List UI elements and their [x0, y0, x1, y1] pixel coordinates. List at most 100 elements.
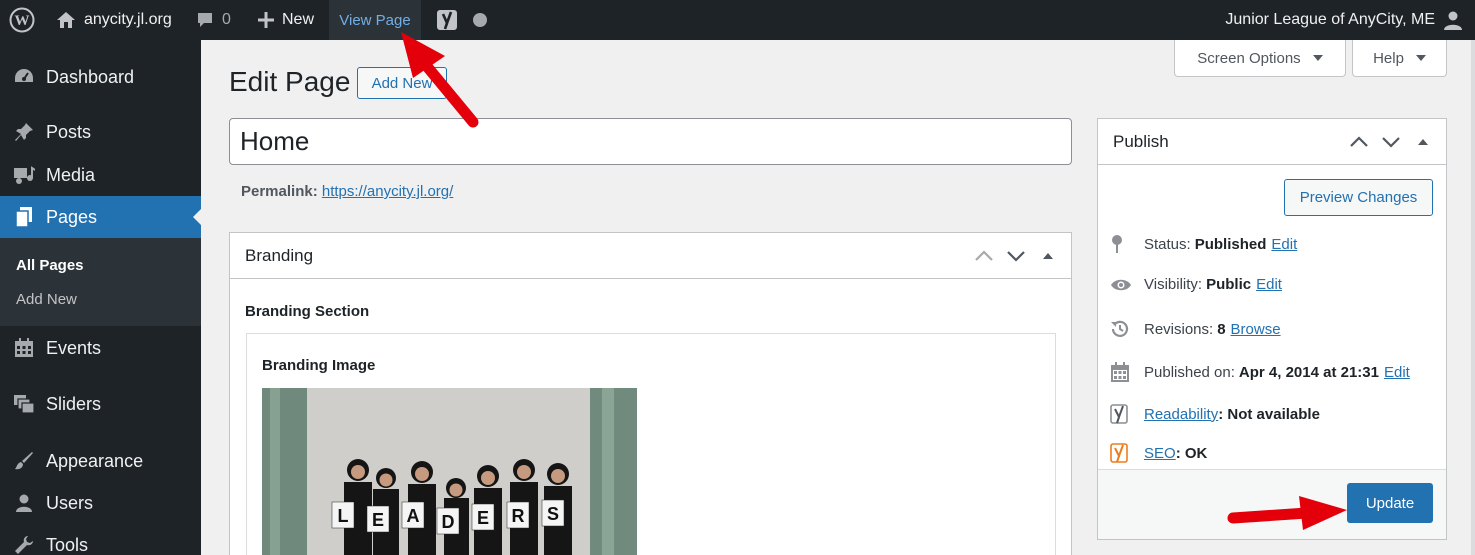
pages-icon [0, 206, 46, 228]
sidebar-item-label: Tools [46, 534, 89, 555]
site-name: anycity.jl.org [84, 11, 172, 28]
my-account-link[interactable]: Junior League of AnyCity, ME [1225, 0, 1463, 40]
readability-link[interactable]: Readability [1144, 406, 1218, 423]
preview-changes-button[interactable]: Preview Changes [1284, 179, 1433, 216]
move-down-icon[interactable] [1378, 136, 1404, 148]
new-content-link[interactable]: New [258, 0, 314, 40]
readability-value: : Not available [1218, 405, 1320, 423]
published-on-label: Published on: [1144, 363, 1235, 381]
sidebar-item-tools[interactable]: Tools [0, 524, 201, 555]
status-value: Published [1194, 235, 1267, 253]
collapse-toggle-icon[interactable] [1410, 138, 1436, 146]
metabox-controls [1346, 119, 1436, 165]
annotation-arrow-view-page [401, 32, 479, 128]
wordpress-logo-icon[interactable]: W [0, 0, 44, 40]
permalink-label: Permalink: [241, 183, 318, 200]
seo-link[interactable]: SEO [1144, 445, 1176, 462]
sidebar-item-appearance[interactable]: Appearance [0, 440, 201, 482]
revisions-row: Revisions: 8 Browse [1110, 319, 1281, 339]
site-name-link[interactable]: anycity.jl.org [56, 0, 172, 40]
sidebar-item-sliders[interactable]: Sliders [0, 383, 201, 425]
sidebar-item-label: Users [46, 492, 94, 513]
photo-letter: E [372, 510, 384, 530]
page-scrollbar[interactable] [1471, 40, 1475, 555]
screen-options-label: Screen Options [1197, 49, 1301, 67]
visibility-value: Public [1206, 276, 1252, 293]
pin-icon [0, 122, 46, 142]
publish-metabox-header: Publish [1098, 119, 1446, 165]
branding-metabox-header: Branding [230, 233, 1071, 279]
branding-image[interactable]: L E A D E R S [262, 388, 637, 555]
update-button[interactable]: Update [1347, 483, 1433, 523]
sidebar-item-pages[interactable]: Pages [0, 196, 201, 238]
submenu-all-pages[interactable]: All Pages [16, 257, 84, 274]
wrench-icon [0, 535, 46, 555]
readability-row: Readability : Not available [1110, 403, 1320, 425]
caret-down-icon [1312, 55, 1323, 61]
pin-icon [1110, 234, 1144, 254]
sidebar-item-label: Media [46, 164, 96, 185]
permalink-url-link[interactable]: https://anycity.jl.org/ [322, 183, 453, 200]
sidebar-item-label: Dashboard [46, 66, 135, 87]
sidebar-item-label: Pages [46, 206, 98, 227]
branding-section-box: Branding Image L E A D E R S [246, 333, 1056, 555]
publish-metabox: Publish Preview Changes Status: Publishe… [1097, 118, 1447, 540]
sidebar-item-events[interactable]: Events [0, 327, 201, 369]
account-name: Junior League of AnyCity, ME [1225, 11, 1435, 28]
edit-visibility-link[interactable]: Edit [1256, 276, 1282, 293]
svg-text:W: W [15, 13, 30, 29]
branding-section-label: Branding Section [245, 303, 370, 320]
seo-value: : OK [1175, 444, 1208, 462]
move-up-icon[interactable] [1346, 136, 1372, 148]
edit-date-link[interactable]: Edit [1384, 364, 1410, 381]
published-on-row: Published on: Apr 4, 2014 at 21:31 Edit [1110, 361, 1410, 383]
visibility-row: Visibility: Public Edit [1110, 276, 1282, 293]
collapse-toggle-icon[interactable] [1035, 252, 1061, 260]
edit-status-link[interactable]: Edit [1271, 236, 1297, 253]
calendar-icon [1110, 361, 1144, 383]
browse-revisions-link[interactable]: Browse [1231, 321, 1281, 338]
sidebar-item-label: Appearance [46, 450, 144, 471]
calendar-icon [0, 338, 46, 358]
visibility-label: Visibility: [1144, 276, 1203, 293]
permalink: Permalink: https://anycity.jl.org/ [241, 183, 453, 200]
screen-options-button[interactable]: Screen Options [1174, 40, 1346, 77]
comments-link[interactable]: 0 [196, 0, 231, 40]
metabox-controls [971, 233, 1061, 279]
pages-submenu: All Pages Add New [0, 238, 201, 326]
photo-letter: R [512, 506, 525, 526]
page-title: Edit Page [229, 66, 351, 97]
sidebar-item-label: Events [46, 337, 102, 358]
users-icon [0, 493, 46, 513]
media-icon [0, 165, 46, 185]
photo-letter: E [477, 508, 489, 528]
yoast-seo-icon [1110, 442, 1144, 464]
help-button[interactable]: Help [1352, 40, 1447, 77]
branding-image-label: Branding Image [262, 357, 376, 374]
admin-sidebar: Dashboard Posts Media Pages All Pages Ad… [0, 40, 201, 555]
sidebar-item-posts[interactable]: Posts [0, 111, 201, 153]
caret-down-icon [1415, 55, 1426, 61]
move-up-icon[interactable] [971, 250, 997, 262]
submenu-add-new[interactable]: Add New [16, 291, 77, 308]
sidebar-item-users[interactable]: Users [0, 482, 201, 524]
help-label: Help [1373, 49, 1404, 67]
status-row: Status: Published Edit [1110, 234, 1297, 254]
photo-letter: L [338, 506, 349, 526]
sidebar-item-dashboard[interactable]: Dashboard [0, 56, 201, 98]
home-icon [56, 11, 76, 29]
plus-icon [258, 12, 274, 28]
branding-metabox: Branding Branding Section Branding Image [229, 232, 1072, 555]
comments-count: 0 [222, 11, 231, 28]
photo-letter: A [407, 506, 420, 526]
page-title-input[interactable] [229, 118, 1072, 165]
yoast-readability-icon [1110, 403, 1144, 425]
sidebar-item-media[interactable]: Media [0, 154, 201, 196]
annotation-arrow-update [1227, 496, 1347, 530]
move-down-icon[interactable] [1003, 250, 1029, 262]
sliders-icon [0, 394, 46, 414]
seo-row: SEO : OK [1110, 442, 1207, 464]
publish-metabox-title: Publish [1113, 131, 1169, 151]
new-label: New [282, 11, 315, 28]
photo-letter: S [547, 504, 559, 524]
